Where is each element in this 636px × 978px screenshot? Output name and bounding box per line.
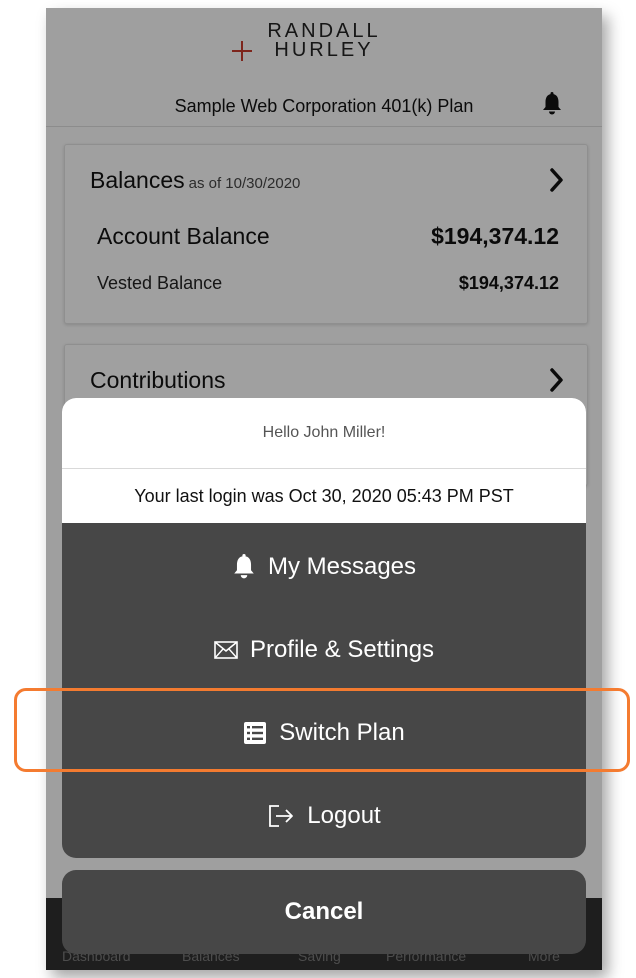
profile-settings-button[interactable]: Profile & Settings [62,609,586,691]
app-screen: RANDALL HURLEY Sample Web Corporation 40… [46,8,602,970]
cancel-button[interactable]: Cancel [62,870,586,954]
switch-plan-highlight [14,688,630,772]
profile-settings-label: Profile & Settings [249,636,435,663]
my-messages-button[interactable]: My Messages [62,526,586,608]
bell-icon [234,554,254,579]
logout-icon [269,805,294,827]
last-login-text: Your last login was Oct 30, 2020 05:43 P… [62,469,586,523]
logout-label: Logout [307,802,381,829]
account-action-sheet: Hello John Miller! Your last login was O… [62,398,586,858]
logout-button[interactable]: Logout [62,775,586,857]
greeting-text: Hello John Miller! [62,398,586,469]
envelope-icon [214,641,238,659]
my-messages-label: My Messages [267,553,417,580]
